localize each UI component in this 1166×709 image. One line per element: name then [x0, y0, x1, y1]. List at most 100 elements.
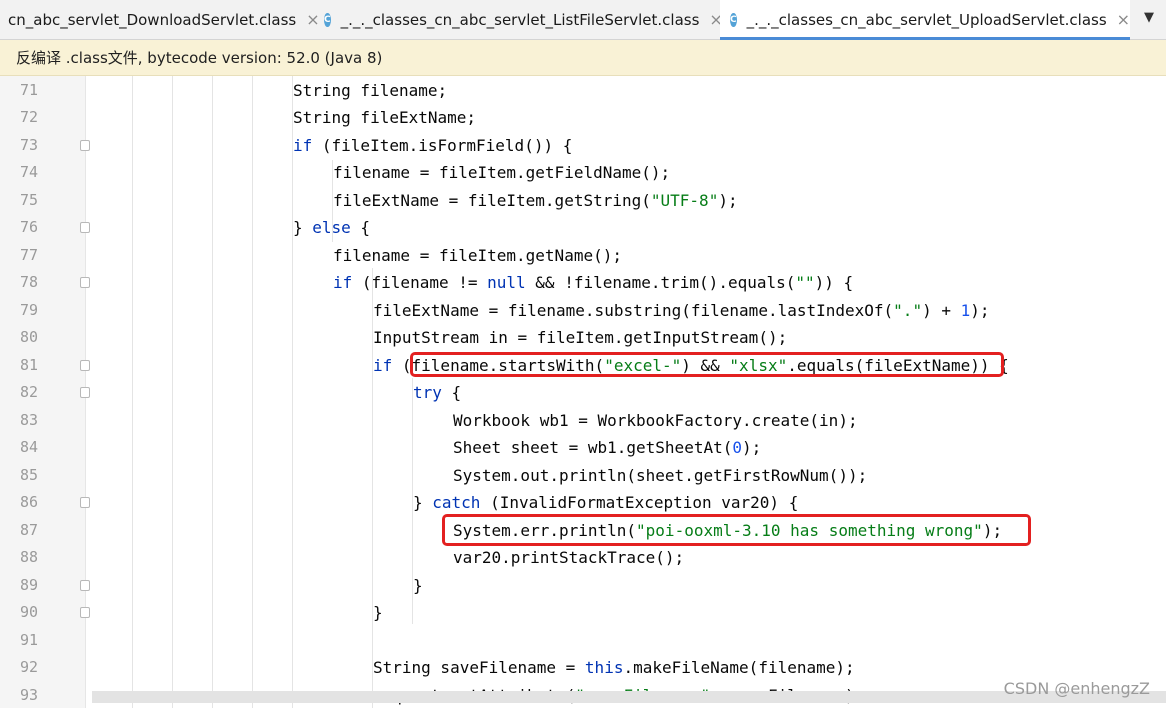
- class-file-icon: C: [324, 13, 331, 27]
- watermark: CSDN @enhengzZ: [1004, 679, 1150, 698]
- code-token: String filename;: [293, 81, 447, 100]
- code-text: filename = fileItem.getName();: [333, 242, 622, 270]
- code-line[interactable]: 71String filename;: [0, 77, 1166, 105]
- keyword-token: else: [312, 218, 351, 237]
- code-line[interactable]: 89}: [0, 572, 1166, 600]
- code-line[interactable]: 72 String fileExtName;: [0, 104, 1166, 132]
- code-token: );: [718, 191, 737, 210]
- line-number: 87: [0, 517, 38, 545]
- keyword-token: this: [585, 658, 624, 677]
- keyword-token: try: [413, 383, 442, 402]
- line-number: 88: [0, 544, 38, 572]
- fold-toggle-icon[interactable]: [80, 360, 90, 371]
- fold-toggle-icon[interactable]: [80, 140, 90, 151]
- highlight-box-condition: [410, 352, 1004, 377]
- line-number: 73: [0, 132, 38, 160]
- code-line[interactable]: 73 if (fileItem.isFormField()) {: [0, 132, 1166, 160]
- decompiled-notice-banner: 反编译 .class文件, bytecode version: 52.0 (Ja…: [0, 40, 1166, 76]
- string-token: "UTF-8": [651, 191, 718, 210]
- tab-label: cn_abc_servlet_DownloadServlet.class: [8, 11, 296, 29]
- code-token: && !filename.trim().equals(: [526, 273, 796, 292]
- code-text: var20.printStackTrace();: [453, 544, 684, 572]
- code-text: } catch (InvalidFormatException var20) {: [413, 489, 798, 517]
- code-line[interactable]: 80InputStream in = fileItem.getInputStre…: [0, 324, 1166, 352]
- tab-list-chevron-down-icon[interactable]: ▼: [1144, 10, 1154, 25]
- code-text: try {: [413, 379, 461, 407]
- code-line[interactable]: 86} catch (InvalidFormatException var20)…: [0, 489, 1166, 517]
- code-line[interactable]: 79fileExtName = filename.substring(filen…: [0, 297, 1166, 325]
- code-text: }: [373, 599, 383, 627]
- code-text: if (filename != null && !filename.trim()…: [333, 269, 853, 297]
- code-token: (fileItem.isFormField()) {: [312, 136, 572, 155]
- code-line[interactable]: 74filename = fileItem.getFieldName();: [0, 159, 1166, 187]
- code-line[interactable]: 83 Workbook wb1 = WorkbookFactory.create(…: [0, 407, 1166, 435]
- code-token: }: [373, 603, 383, 622]
- line-number: 72: [0, 104, 38, 132]
- code-token: }: [413, 576, 423, 595]
- code-line[interactable]: 78if (filename != null && !filename.trim…: [0, 269, 1166, 297]
- code-token: }: [413, 493, 432, 512]
- close-icon[interactable]: ×: [1117, 10, 1130, 29]
- code-line[interactable]: 82 try {: [0, 379, 1166, 407]
- keyword-token: if: [293, 136, 312, 155]
- tab-label: _._._classes_cn_abc_servlet_UploadServle…: [747, 11, 1107, 29]
- string-token: ".": [893, 301, 922, 320]
- code-token: );: [742, 438, 761, 457]
- code-line[interactable]: 85System.out.println(sheet.getFirstRowNu…: [0, 462, 1166, 490]
- code-token: {: [351, 218, 370, 237]
- code-line[interactable]: 91: [0, 627, 1166, 655]
- line-number: 85: [0, 462, 38, 490]
- code-token: var20.printStackTrace();: [453, 548, 684, 567]
- line-number: 92: [0, 654, 38, 682]
- code-token: Sheet sheet = wb1.getSheetAt(: [453, 438, 732, 457]
- tab-upload-servlet[interactable]: C _._._classes_cn_abc_servlet_UploadServ…: [720, 0, 1130, 39]
- keyword-token: if: [333, 273, 352, 292]
- code-token: .makeFileName(filename);: [623, 658, 854, 677]
- number-token: 0: [732, 438, 742, 457]
- keyword-token: null: [487, 273, 526, 292]
- fold-toggle-icon[interactable]: [80, 387, 90, 398]
- code-text: }: [413, 572, 423, 600]
- code-text: Workbook wb1 = WorkbookFactory.create(in…: [453, 407, 858, 435]
- fold-toggle-icon[interactable]: [80, 607, 90, 618]
- code-token: String saveFilename =: [373, 658, 585, 677]
- line-number: 77: [0, 242, 38, 270]
- fold-toggle-icon[interactable]: [80, 580, 90, 591]
- editor-tab-bar: cn_abc_servlet_DownloadServlet.class × C…: [0, 0, 1166, 40]
- line-number: 75: [0, 187, 38, 215]
- code-token: Workbook wb1 = WorkbookFactory.create(in…: [453, 411, 858, 430]
- code-editor[interactable]: 71String filename;72String fileExtName;7…: [0, 76, 1166, 708]
- code-text: String fileExtName;: [293, 104, 476, 132]
- code-line[interactable]: 92 String saveFilename = this.makeFileNam…: [0, 654, 1166, 682]
- code-line[interactable]: 77 filename = fileItem.getName();: [0, 242, 1166, 270]
- code-token: fileExtName = fileItem.getString(: [333, 191, 651, 210]
- code-token: filename = fileItem.getFieldName();: [333, 163, 670, 182]
- fold-toggle-icon[interactable]: [80, 222, 90, 233]
- tab-download-servlet[interactable]: cn_abc_servlet_DownloadServlet.class ×: [0, 0, 312, 39]
- code-line[interactable]: 88 var20.printStackTrace();: [0, 544, 1166, 572]
- code-line[interactable]: 90}: [0, 599, 1166, 627]
- line-number: 82: [0, 379, 38, 407]
- line-number: 81: [0, 352, 38, 380]
- code-token: }: [293, 218, 312, 237]
- code-line[interactable]: 76} else {: [0, 214, 1166, 242]
- keyword-token: if: [373, 356, 392, 375]
- code-token: String fileExtName;: [293, 108, 476, 127]
- tab-listfile-servlet[interactable]: C _._._classes_cn_abc_servlet_ListFileSe…: [316, 0, 718, 39]
- code-text: if (fileItem.isFormField()) {: [293, 132, 572, 160]
- code-text: filename = fileItem.getFieldName();: [333, 159, 670, 187]
- code-token: )) {: [815, 273, 854, 292]
- code-token: (InvalidFormatException var20) {: [480, 493, 798, 512]
- line-number: 83: [0, 407, 38, 435]
- line-number: 79: [0, 297, 38, 325]
- tab-label: _._._classes_cn_abc_servlet_ListFileServ…: [341, 11, 700, 29]
- line-number: 91: [0, 627, 38, 655]
- keyword-token: catch: [432, 493, 480, 512]
- code-line[interactable]: 84Sheet sheet = wb1.getSheetAt(0);: [0, 434, 1166, 462]
- string-token: "": [795, 273, 814, 292]
- fold-toggle-icon[interactable]: [80, 277, 90, 288]
- code-line[interactable]: 75 fileExtName = fileItem.getString("UTF-…: [0, 187, 1166, 215]
- code-text: String filename;: [293, 77, 447, 105]
- fold-toggle-icon[interactable]: [80, 497, 90, 508]
- code-token: ) +: [922, 301, 961, 320]
